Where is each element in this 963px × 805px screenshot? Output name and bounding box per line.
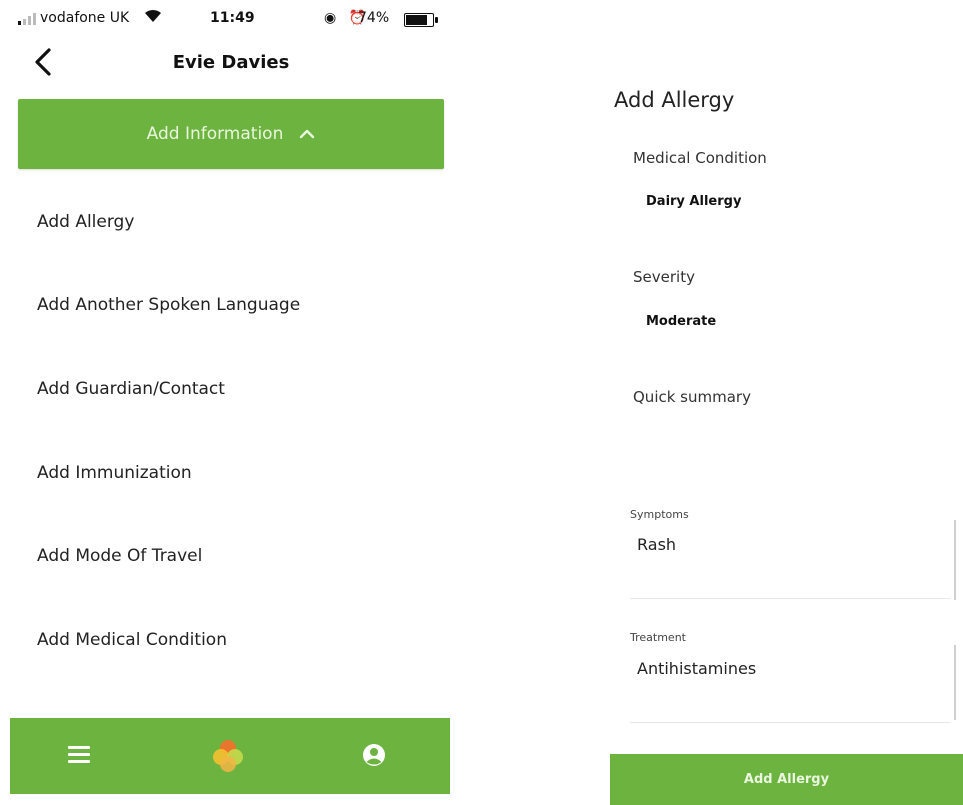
add-allergy-button[interactable]: Add Allergy [610, 754, 963, 805]
menu-item-add-immunization[interactable]: Add Immunization [37, 463, 192, 483]
treatment-field-edge [954, 645, 956, 720]
form-title: Add Allergy [614, 88, 735, 112]
menu-item-add-medical-condition[interactable]: Add Medical Condition [37, 630, 227, 650]
left-screen: vodafone UK 11:49 ◉ ⏰ 74% Evie Davies Ad… [0, 0, 462, 805]
severity-label: Severity [633, 268, 695, 286]
wifi-icon [144, 8, 162, 27]
battery-percentage: 74% [358, 10, 390, 26]
symptoms-underline [630, 598, 950, 599]
chevron-up-icon [300, 129, 315, 139]
quick-summary-label: Quick summary [633, 388, 751, 406]
battery-icon [404, 13, 438, 27]
nav-header: Evie Davies [0, 44, 462, 82]
add-information-button[interactable]: Add Information [18, 99, 444, 169]
user-account-icon[interactable] [362, 743, 386, 767]
hamburger-menu-icon[interactable] [68, 746, 90, 764]
treatment-input[interactable]: Antihistamines [637, 659, 756, 678]
signal-icon [18, 13, 36, 25]
menu-item-add-allergy[interactable]: Add Allergy [37, 212, 134, 232]
symptoms-input[interactable]: Rash [637, 535, 676, 554]
medical-condition-select[interactable]: Dairy Allergy [646, 194, 741, 209]
severity-select[interactable]: Moderate [646, 314, 716, 329]
menu-item-add-mode-of-travel[interactable]: Add Mode Of Travel [37, 546, 202, 566]
carrier-name: vodafone UK [40, 10, 130, 26]
menu-item-add-guardian-contact[interactable]: Add Guardian/Contact [37, 379, 225, 399]
app-logo-icon[interactable] [210, 738, 246, 774]
add-information-label: Add Information [146, 124, 284, 144]
symptoms-field-edge [954, 520, 956, 600]
status-bar: vodafone UK 11:49 ◉ ⏰ 74% [12, 8, 452, 32]
right-screen: Add Allergy Medical Condition Dairy Alle… [600, 0, 963, 805]
status-time: 11:49 [210, 10, 255, 26]
symptoms-label: Symptoms [630, 508, 689, 521]
medical-condition-label: Medical Condition [633, 149, 767, 167]
menu-item-add-spoken-language[interactable]: Add Another Spoken Language [37, 295, 300, 315]
treatment-underline [630, 722, 950, 723]
page-title: Evie Davies [172, 52, 290, 73]
treatment-label: Treatment [630, 631, 686, 644]
bottom-tab-bar [10, 718, 450, 794]
